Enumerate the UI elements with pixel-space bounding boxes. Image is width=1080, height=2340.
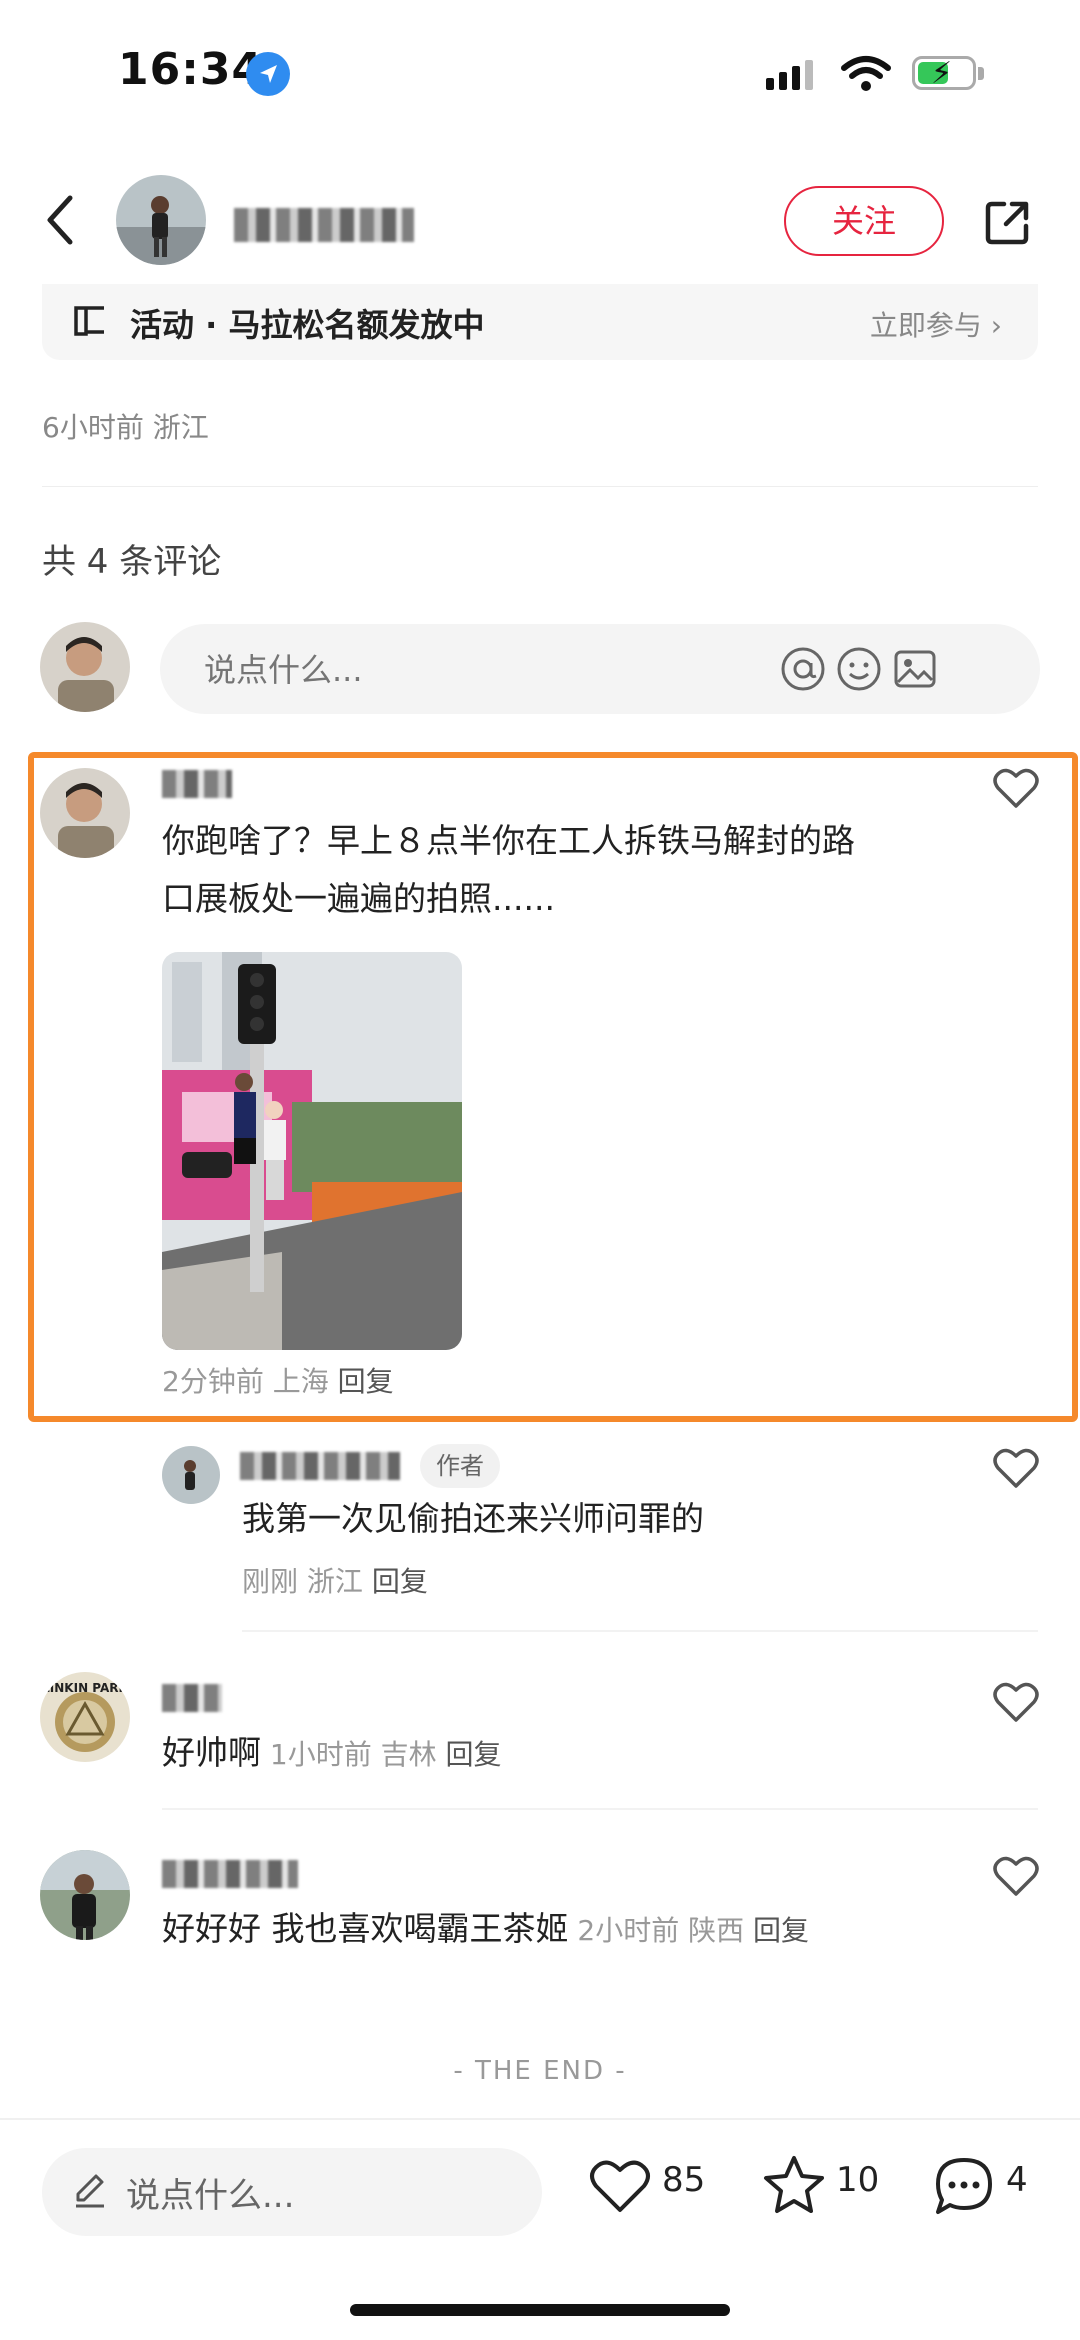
activity-text: 活动 · 马拉松名额发放中 bbox=[130, 306, 485, 344]
like-count: 85 bbox=[662, 2160, 706, 2200]
divider bbox=[0, 2118, 1080, 2120]
author-reply-name-redacted bbox=[240, 1452, 400, 1480]
home-indicator[interactable] bbox=[350, 2304, 730, 2316]
post-time-location: 6小时前 浙江 bbox=[42, 411, 209, 444]
bottom-input-placeholder: 说点什么... bbox=[126, 2176, 295, 2216]
reply-button[interactable]: 回复 bbox=[753, 1914, 809, 1947]
follow-button[interactable]: 关注 bbox=[784, 186, 944, 256]
battery-icon: ⚡ bbox=[912, 56, 976, 91]
comment-time-location: 1小时前 吉林 bbox=[261, 1738, 446, 1771]
reply-meta: 刚刚 浙江 回复 bbox=[242, 1560, 428, 1600]
like-heart-icon[interactable] bbox=[992, 1446, 1040, 1490]
activity-banner[interactable]: 活动 · 马拉松名额发放中 立即参与 › bbox=[42, 284, 1038, 360]
divider bbox=[162, 1808, 1038, 1810]
commenter-avatar[interactable] bbox=[40, 1850, 130, 1940]
bottom-comment-input[interactable]: 说点什么... bbox=[42, 2148, 542, 2236]
commenter-name-redacted bbox=[162, 1684, 222, 1712]
author-badge: 作者 bbox=[420, 1444, 500, 1488]
reply-button[interactable]: 回复 bbox=[338, 1365, 394, 1398]
emoji-icon[interactable] bbox=[836, 646, 882, 692]
comment-photo[interactable] bbox=[162, 952, 462, 1350]
like-heart-icon[interactable] bbox=[588, 2156, 652, 2216]
star-count: 10 bbox=[836, 2160, 880, 2200]
commenter-name-redacted bbox=[162, 770, 232, 798]
comment-time-location: 2分钟前 上海 bbox=[162, 1365, 338, 1398]
divider bbox=[42, 486, 1038, 487]
location-arrow-icon bbox=[246, 52, 290, 96]
end-marker: - THE END - bbox=[453, 2056, 627, 2086]
comment-input-bar[interactable] bbox=[160, 624, 1040, 714]
status-time: 16:34 bbox=[118, 44, 264, 95]
author-name-redacted bbox=[234, 208, 414, 242]
share-icon[interactable] bbox=[982, 196, 1034, 248]
comment-text-line1: 你跑啥了？早上８点半你在工人拆铁马解封的路 bbox=[162, 821, 855, 860]
comment-meta: 2分钟前 上海 回复 bbox=[162, 1360, 394, 1400]
author-avatar[interactable] bbox=[116, 175, 206, 265]
like-heart-icon[interactable] bbox=[992, 766, 1040, 810]
reply-button[interactable]: 回复 bbox=[446, 1738, 502, 1771]
activity-cta[interactable]: 立即参与 › bbox=[870, 304, 1002, 344]
comment-row: 好帅啊 1小时前 吉林 回复 bbox=[162, 1724, 502, 1782]
commenter-avatar[interactable] bbox=[40, 768, 130, 858]
battery-cap bbox=[978, 67, 984, 80]
image-icon[interactable] bbox=[892, 646, 938, 692]
comment-time-location: 2小时前 陕西 bbox=[568, 1914, 754, 1947]
author-reply-avatar[interactable] bbox=[162, 1446, 220, 1504]
comment-count: 共 4 条评论 bbox=[42, 542, 222, 582]
pencil-icon bbox=[70, 2170, 110, 2210]
like-heart-icon[interactable] bbox=[992, 1680, 1040, 1724]
divider bbox=[242, 1630, 1038, 1632]
like-heart-icon[interactable] bbox=[992, 1854, 1040, 1898]
back-chevron-icon[interactable] bbox=[40, 190, 80, 250]
comment-row: 好好好 我也喜欢喝霸王茶姬 2小时前 陕西 回复 bbox=[162, 1900, 809, 1958]
star-icon[interactable] bbox=[762, 2154, 826, 2216]
comment-text: 好帅啊 bbox=[162, 1733, 261, 1772]
cellular-signal-icon bbox=[766, 60, 818, 90]
reply-button[interactable]: 回复 bbox=[372, 1565, 428, 1598]
mention-icon[interactable] bbox=[780, 646, 826, 692]
comment-input[interactable] bbox=[202, 644, 706, 696]
current-user-avatar bbox=[40, 622, 130, 712]
comment-text: 好好好 我也喜欢喝霸王茶姬 bbox=[162, 1909, 569, 1948]
commenter-name-redacted bbox=[162, 1860, 298, 1888]
comment-bubble-icon[interactable] bbox=[932, 2154, 996, 2218]
avatar-logo-text: LINKIN PARK bbox=[42, 1681, 128, 1695]
commenter-avatar[interactable]: LINKIN PARK bbox=[40, 1672, 130, 1762]
comment-total: 4 bbox=[1006, 2160, 1028, 2200]
reply-time-location: 刚刚 浙江 bbox=[242, 1565, 372, 1598]
reply-text: 我第一次见偷拍还来兴师问罪的 bbox=[242, 1499, 704, 1538]
wifi-icon bbox=[840, 54, 892, 98]
comment-text-line2: 口展板处一遍遍的拍照...... bbox=[162, 879, 555, 918]
book-icon bbox=[72, 302, 108, 346]
